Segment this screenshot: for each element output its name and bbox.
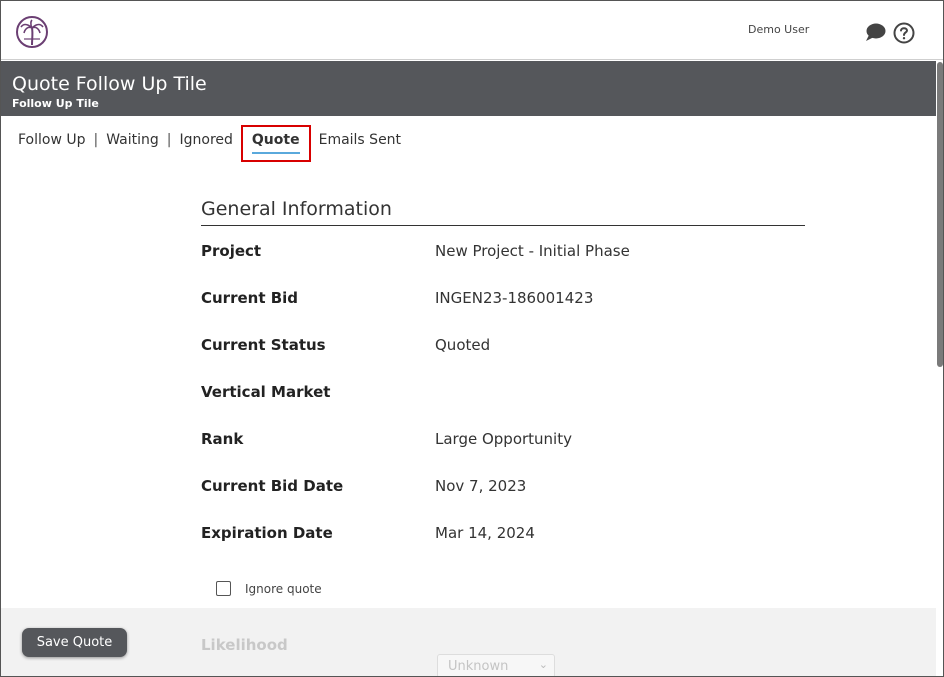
ignore-quote-option[interactable]: Ignore quote [216, 581, 322, 596]
chat-bubble-icon[interactable] [864, 22, 886, 42]
info-value: Nov 7, 2023 [435, 477, 527, 495]
title-band: Quote Follow Up Tile Follow Up Tile [1, 61, 943, 116]
general-information-list: Project New Project - Initial Phase Curr… [201, 242, 805, 571]
likelihood-label: Likelihood [201, 636, 288, 654]
info-value: Quoted [435, 336, 491, 354]
info-row-vertical-market: Vertical Market [201, 383, 805, 430]
vertical-scrollbar[interactable] [936, 60, 943, 676]
tab-ignored[interactable]: Ignored [180, 132, 233, 148]
footer-panel: Likelihood Unknown ⌄ Save Quote [1, 608, 936, 676]
save-quote-button[interactable]: Save Quote [22, 628, 127, 657]
info-value: New Project - Initial Phase [435, 242, 630, 260]
tab-separator: | [166, 132, 172, 148]
info-row-current-bid-date: Current Bid Date Nov 7, 2023 [201, 477, 805, 524]
app-window: Demo User Quote Follow Up Tile Follow Up… [0, 0, 944, 677]
palm-tree-icon[interactable] [15, 15, 49, 49]
info-label: Vertical Market [201, 383, 331, 401]
info-value: Mar 14, 2024 [435, 524, 535, 542]
general-information-heading: General Information [201, 198, 805, 226]
info-row-current-bid: Current Bid INGEN23-186001423 [201, 289, 805, 336]
active-tab-highlight [240, 125, 311, 162]
tab-emails-sent[interactable]: Emails Sent [319, 132, 401, 148]
tab-bar: Follow Up | Waiting | Ignored Quote Emai… [18, 125, 401, 162]
chevron-down-icon: ⌄ [538, 658, 548, 671]
page-subtitle: Follow Up Tile [12, 97, 99, 110]
ignore-quote-checkbox[interactable] [216, 581, 231, 596]
info-row-rank: Rank Large Opportunity [201, 430, 805, 477]
info-value: Large Opportunity [435, 430, 572, 448]
info-label: Current Bid [201, 289, 299, 307]
info-label: Current Status [201, 336, 326, 354]
question-circle-icon[interactable] [893, 22, 915, 44]
info-row-current-status: Current Status Quoted [201, 336, 805, 383]
page-title: Quote Follow Up Tile [12, 73, 207, 95]
likelihood-select[interactable]: Unknown ⌄ [437, 654, 555, 676]
info-value: INGEN23-186001423 [435, 289, 594, 307]
info-label: Current Bid Date [201, 477, 344, 495]
likelihood-selected-value: Unknown [448, 659, 509, 674]
info-label: Project [201, 242, 262, 260]
ignore-quote-label: Ignore quote [245, 581, 322, 596]
info-row-project: Project New Project - Initial Phase [201, 242, 805, 289]
info-label: Expiration Date [201, 524, 333, 542]
tab-follow-up[interactable]: Follow Up [18, 132, 86, 148]
info-row-expiration-date: Expiration Date Mar 14, 2024 [201, 524, 805, 571]
tab-quote[interactable]: Quote [240, 125, 311, 162]
scrollbar-thumb[interactable] [937, 62, 943, 367]
active-tab-underline [251, 152, 300, 154]
info-label: Rank [201, 430, 244, 448]
user-name[interactable]: Demo User [748, 23, 809, 36]
top-bar: Demo User [1, 1, 943, 60]
tab-waiting[interactable]: Waiting [106, 132, 159, 148]
tab-separator: | [93, 132, 99, 148]
